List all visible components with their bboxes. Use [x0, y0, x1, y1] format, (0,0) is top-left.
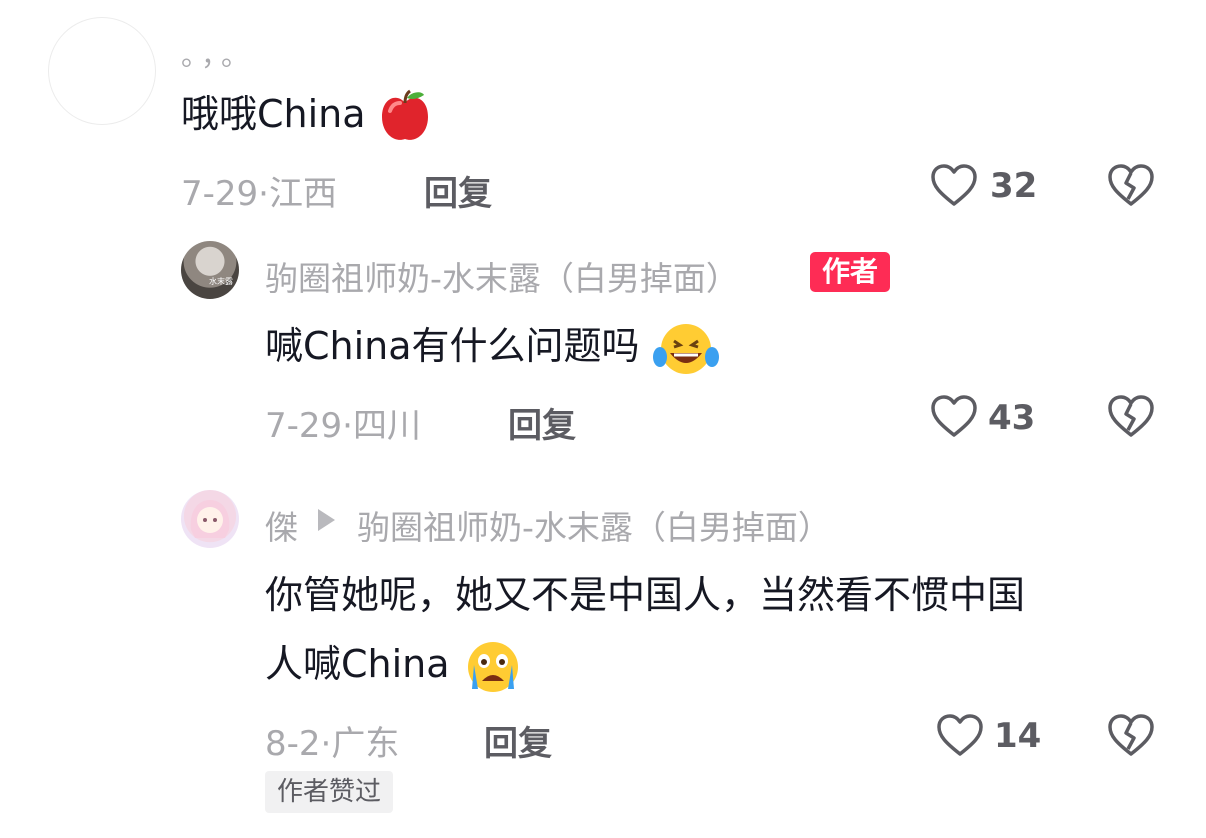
comment-location: 四川: [352, 406, 421, 446]
heart-icon[interactable]: [930, 394, 978, 438]
comment-location: 广东: [331, 724, 400, 764]
avatar[interactable]: [48, 17, 156, 125]
comment-text: 喊China有什么问题吗: [265, 312, 720, 380]
comment-text-value: 哦哦China: [181, 92, 366, 136]
reply-button[interactable]: 回复: [424, 166, 492, 215]
reply-arrow-icon: [318, 509, 335, 531]
reply-to-username[interactable]: 驹圈祖师奶-水末露（白男掉面）: [357, 501, 831, 549]
comment-text: 哦哦China: [181, 80, 432, 148]
laughing-tears-emoji: [652, 321, 720, 377]
heart-icon[interactable]: [930, 163, 978, 207]
username[interactable]: 。，。: [181, 34, 255, 74]
comment-text: 人喊China: [265, 630, 524, 698]
comment-meta: 8-2·广东: [265, 716, 399, 765]
comment-location: 江西: [268, 174, 337, 214]
author-badge: 作者: [810, 252, 891, 292]
comment-date: 7-29: [265, 406, 343, 446]
comment-text-line: 你管她呢，她又不是中国人，当然看不惯中国: [265, 573, 1026, 617]
meta-separator: ·: [342, 406, 353, 446]
crying-emoji: [462, 639, 524, 695]
username[interactable]: 驹圈祖师奶-水末露（白男掉面）: [265, 252, 739, 300]
comment-text-value: 喊China有什么问题吗: [265, 324, 640, 368]
like-count: 43: [988, 398, 1036, 438]
avatar-text: 水末露: [209, 277, 233, 286]
avatar[interactable]: 水末露: [181, 241, 239, 299]
comment-date: 7-29: [181, 174, 259, 214]
username[interactable]: 傑: [265, 501, 298, 549]
comment-meta: 7-29·四川: [265, 398, 421, 447]
meta-separator: ·: [320, 724, 332, 764]
reply-button[interactable]: 回复: [508, 398, 576, 447]
broken-heart-icon[interactable]: [1107, 713, 1155, 757]
reply-button[interactable]: 回复: [484, 716, 552, 765]
broken-heart-icon[interactable]: [1107, 394, 1155, 438]
broken-heart-icon[interactable]: [1107, 163, 1155, 207]
meta-separator: ·: [258, 174, 269, 214]
like-count: 14: [994, 716, 1042, 756]
heart-icon[interactable]: [936, 713, 984, 757]
comment-date: 8-2: [265, 724, 321, 764]
comment-text-value: 人喊China: [265, 642, 450, 686]
author-liked-badge: 作者赞过: [265, 771, 394, 813]
avatar[interactable]: [181, 490, 239, 548]
red-apple-emoji: [378, 89, 432, 145]
like-count: 32: [990, 166, 1038, 206]
comment-meta: 7-29·江西: [181, 166, 337, 215]
